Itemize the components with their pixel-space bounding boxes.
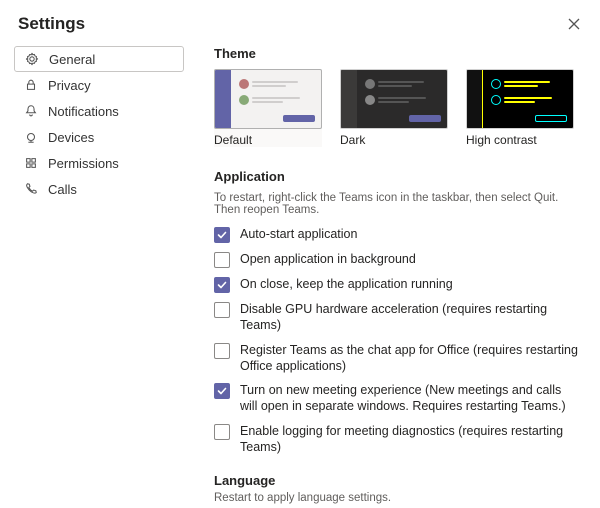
theme-options: Default Dark High contrast [214, 69, 580, 147]
gear-icon [25, 52, 39, 66]
main-content: Theme Default Dark [184, 46, 600, 508]
sidebar-item-label: Privacy [48, 78, 91, 93]
checkbox-icon[interactable] [214, 424, 230, 440]
checkbox-option-3[interactable]: Disable GPU hardware acceleration (requi… [214, 301, 580, 334]
theme-heading: Theme [214, 46, 580, 61]
theme-option-high-contrast[interactable]: High contrast [466, 69, 574, 147]
theme-label-high-contrast: High contrast [466, 133, 574, 147]
theme-preview-default [214, 69, 322, 129]
sidebar-item-privacy[interactable]: Privacy [14, 72, 184, 98]
checkbox-icon[interactable] [214, 383, 230, 399]
checkbox-icon[interactable] [214, 277, 230, 293]
theme-preview-high-contrast [466, 69, 574, 129]
application-options: Auto-start application Open application i… [214, 226, 580, 455]
theme-option-dark[interactable]: Dark [340, 69, 448, 147]
theme-label-dark: Dark [340, 133, 448, 147]
sidebar-item-calls[interactable]: Calls [14, 176, 184, 202]
theme-option-default[interactable]: Default [214, 69, 322, 147]
language-heading: Language [214, 473, 580, 488]
language-hint: Restart to apply language settings. [214, 492, 580, 504]
device-icon [24, 130, 38, 144]
sidebar-item-permissions[interactable]: Permissions [14, 150, 184, 176]
theme-label-default: Default [214, 133, 322, 147]
checkbox-option-6[interactable]: Enable logging for meeting diagnostics (… [214, 423, 580, 456]
application-heading: Application [214, 169, 580, 184]
checkbox-option-2[interactable]: On close, keep the application running [214, 276, 580, 293]
sidebar: General Privacy Notifications Devices Pe [14, 46, 184, 508]
checkbox-option-0[interactable]: Auto-start application [214, 226, 580, 243]
sidebar-item-label: Permissions [48, 156, 119, 171]
sidebar-item-label: General [49, 52, 95, 67]
checkbox-label: Enable logging for meeting diagnostics (… [240, 423, 580, 456]
sidebar-item-notifications[interactable]: Notifications [14, 98, 184, 124]
close-icon[interactable] [566, 16, 582, 32]
lock-icon [24, 78, 38, 92]
checkbox-option-5[interactable]: Turn on new meeting experience (New meet… [214, 382, 580, 415]
phone-icon [24, 182, 38, 196]
checkbox-label: On close, keep the application running [240, 276, 453, 292]
checkbox-label: Register Teams as the chat app for Offic… [240, 342, 580, 375]
checkbox-option-4[interactable]: Register Teams as the chat app for Offic… [214, 342, 580, 375]
sidebar-item-label: Notifications [48, 104, 119, 119]
checkbox-icon[interactable] [214, 227, 230, 243]
sidebar-item-general[interactable]: General [14, 46, 184, 72]
checkbox-label: Auto-start application [240, 226, 357, 242]
checkbox-label: Turn on new meeting experience (New meet… [240, 382, 580, 415]
page-title: Settings [18, 14, 85, 34]
application-hint: To restart, right-click the Teams icon i… [214, 192, 580, 216]
checkbox-icon[interactable] [214, 252, 230, 268]
permissions-icon [24, 156, 38, 170]
theme-preview-dark [340, 69, 448, 129]
sidebar-item-label: Calls [48, 182, 77, 197]
checkbox-label: Disable GPU hardware acceleration (requi… [240, 301, 580, 334]
sidebar-item-label: Devices [48, 130, 94, 145]
checkbox-label: Open application in background [240, 251, 416, 267]
checkbox-icon[interactable] [214, 343, 230, 359]
bell-icon [24, 104, 38, 118]
sidebar-item-devices[interactable]: Devices [14, 124, 184, 150]
checkbox-option-1[interactable]: Open application in background [214, 251, 580, 268]
checkbox-icon[interactable] [214, 302, 230, 318]
